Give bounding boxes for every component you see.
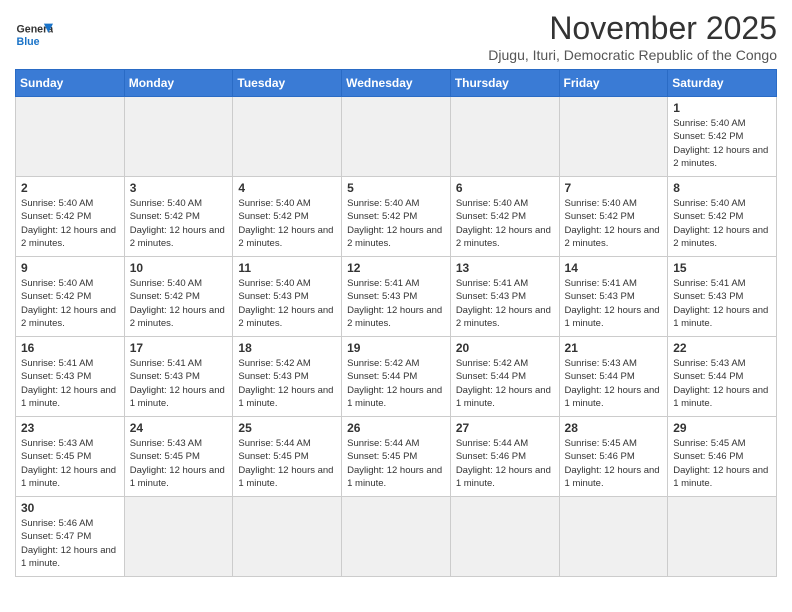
- empty-cell: [233, 97, 342, 177]
- day-29: 29 Sunrise: 5:45 AMSunset: 5:46 PMDaylig…: [668, 417, 777, 497]
- day-10: 10 Sunrise: 5:40 AMSunset: 5:42 PMDaylig…: [124, 257, 233, 337]
- week-row-2: 2 Sunrise: 5:40 AMSunset: 5:42 PMDayligh…: [16, 177, 777, 257]
- empty-cell: [450, 97, 559, 177]
- day-30: 30 Sunrise: 5:46 AMSunset: 5:47 PMDaylig…: [16, 497, 125, 577]
- empty-cell: [124, 97, 233, 177]
- day-5: 5 Sunrise: 5:40 AMSunset: 5:42 PMDayligh…: [342, 177, 451, 257]
- empty-cell: [450, 497, 559, 577]
- logo: General Blue: [15, 16, 53, 54]
- day-12: 12 Sunrise: 5:41 AMSunset: 5:43 PMDaylig…: [342, 257, 451, 337]
- day-11: 11 Sunrise: 5:40 AMSunset: 5:43 PMDaylig…: [233, 257, 342, 337]
- empty-cell: [124, 497, 233, 577]
- day-27: 27 Sunrise: 5:44 AMSunset: 5:46 PMDaylig…: [450, 417, 559, 497]
- title-area: November 2025 Djugu, Ituri, Democratic R…: [488, 10, 777, 63]
- day-15: 15 Sunrise: 5:41 AMSunset: 5:43 PMDaylig…: [668, 257, 777, 337]
- empty-cell: [233, 497, 342, 577]
- day-7: 7 Sunrise: 5:40 AMSunset: 5:42 PMDayligh…: [559, 177, 668, 257]
- empty-cell: [342, 97, 451, 177]
- page-header: General Blue November 2025 Djugu, Ituri,…: [15, 10, 777, 63]
- empty-cell: [668, 497, 777, 577]
- day-14: 14 Sunrise: 5:41 AMSunset: 5:43 PMDaylig…: [559, 257, 668, 337]
- day-19: 19 Sunrise: 5:42 AMSunset: 5:44 PMDaylig…: [342, 337, 451, 417]
- day-20: 20 Sunrise: 5:42 AMSunset: 5:44 PMDaylig…: [450, 337, 559, 417]
- day-4: 4 Sunrise: 5:40 AMSunset: 5:42 PMDayligh…: [233, 177, 342, 257]
- day-23: 23 Sunrise: 5:43 AMSunset: 5:45 PMDaylig…: [16, 417, 125, 497]
- day-8: 8 Sunrise: 5:40 AMSunset: 5:42 PMDayligh…: [668, 177, 777, 257]
- day-16: 16 Sunrise: 5:41 AMSunset: 5:43 PMDaylig…: [16, 337, 125, 417]
- svg-text:Blue: Blue: [17, 36, 40, 48]
- calendar-table: Sunday Monday Tuesday Wednesday Thursday…: [15, 69, 777, 577]
- empty-cell: [342, 497, 451, 577]
- day-3: 3 Sunrise: 5:40 AMSunset: 5:42 PMDayligh…: [124, 177, 233, 257]
- header-wednesday: Wednesday: [342, 70, 451, 97]
- week-row-3: 9 Sunrise: 5:40 AMSunset: 5:42 PMDayligh…: [16, 257, 777, 337]
- day-13: 13 Sunrise: 5:41 AMSunset: 5:43 PMDaylig…: [450, 257, 559, 337]
- empty-cell: [16, 97, 125, 177]
- logo-icon: General Blue: [15, 16, 53, 54]
- day-2: 2 Sunrise: 5:40 AMSunset: 5:42 PMDayligh…: [16, 177, 125, 257]
- day-26: 26 Sunrise: 5:44 AMSunset: 5:45 PMDaylig…: [342, 417, 451, 497]
- day-1: 1 Sunrise: 5:40 AMSunset: 5:42 PMDayligh…: [668, 97, 777, 177]
- header-friday: Friday: [559, 70, 668, 97]
- header-sunday: Sunday: [16, 70, 125, 97]
- header-thursday: Thursday: [450, 70, 559, 97]
- header-saturday: Saturday: [668, 70, 777, 97]
- week-row-5: 23 Sunrise: 5:43 AMSunset: 5:45 PMDaylig…: [16, 417, 777, 497]
- day-22: 22 Sunrise: 5:43 AMSunset: 5:44 PMDaylig…: [668, 337, 777, 417]
- week-row-1: 1 Sunrise: 5:40 AMSunset: 5:42 PMDayligh…: [16, 97, 777, 177]
- day-18: 18 Sunrise: 5:42 AMSunset: 5:43 PMDaylig…: [233, 337, 342, 417]
- weekday-header-row: Sunday Monday Tuesday Wednesday Thursday…: [16, 70, 777, 97]
- day-6: 6 Sunrise: 5:40 AMSunset: 5:42 PMDayligh…: [450, 177, 559, 257]
- week-row-6: 30 Sunrise: 5:46 AMSunset: 5:47 PMDaylig…: [16, 497, 777, 577]
- day-28: 28 Sunrise: 5:45 AMSunset: 5:46 PMDaylig…: [559, 417, 668, 497]
- month-title: November 2025: [488, 10, 777, 47]
- header-tuesday: Tuesday: [233, 70, 342, 97]
- location-subtitle: Djugu, Ituri, Democratic Republic of the…: [488, 47, 777, 63]
- header-monday: Monday: [124, 70, 233, 97]
- day-9: 9 Sunrise: 5:40 AMSunset: 5:42 PMDayligh…: [16, 257, 125, 337]
- empty-cell: [559, 497, 668, 577]
- day-21: 21 Sunrise: 5:43 AMSunset: 5:44 PMDaylig…: [559, 337, 668, 417]
- week-row-4: 16 Sunrise: 5:41 AMSunset: 5:43 PMDaylig…: [16, 337, 777, 417]
- empty-cell: [559, 97, 668, 177]
- day-25: 25 Sunrise: 5:44 AMSunset: 5:45 PMDaylig…: [233, 417, 342, 497]
- day-17: 17 Sunrise: 5:41 AMSunset: 5:43 PMDaylig…: [124, 337, 233, 417]
- day-24: 24 Sunrise: 5:43 AMSunset: 5:45 PMDaylig…: [124, 417, 233, 497]
